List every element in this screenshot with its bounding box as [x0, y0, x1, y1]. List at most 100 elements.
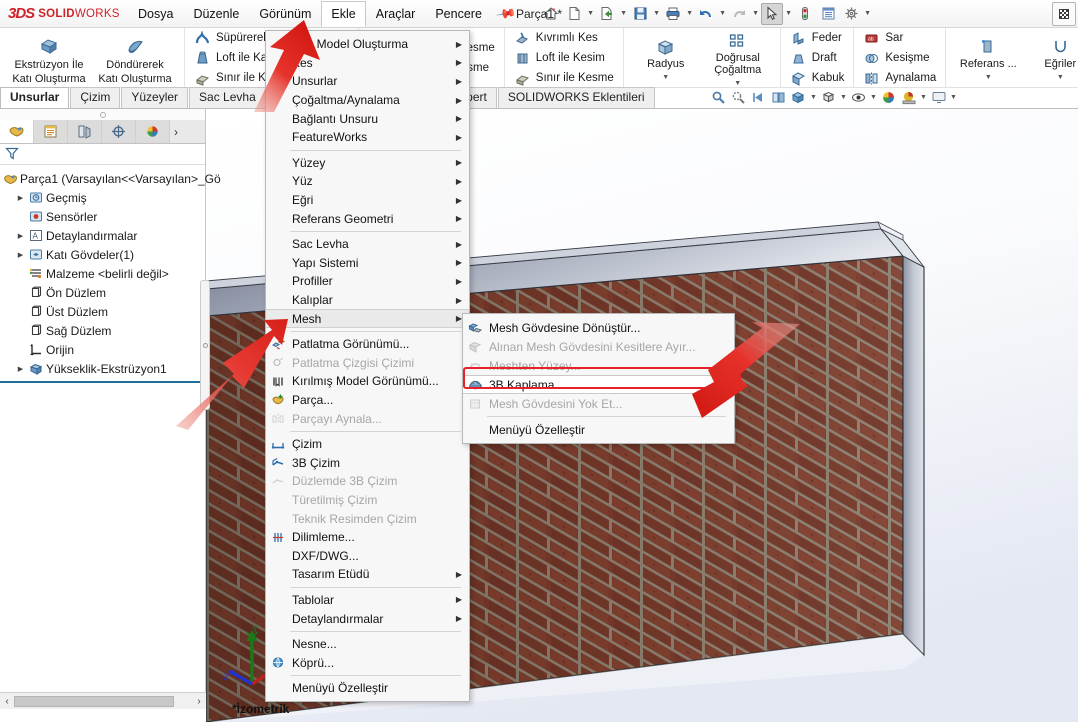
boundary-cut-button[interactable]: Sınır ile Kesme [511, 69, 617, 88]
menu-item-egri[interactable]: Eğri ▶ [266, 191, 469, 210]
apply-scene-caret[interactable]: ▼ [919, 94, 928, 101]
menu-item-cizim[interactable]: Çizim [266, 435, 469, 454]
redo-icon[interactable] [728, 3, 750, 25]
tree-node-extrude-feature[interactable]: ▶ Yükseklik-Ekstrüzyon1 [3, 359, 205, 378]
reference-geometry-caret[interactable]: ▼ [985, 72, 992, 84]
menu-item-3b-cizim[interactable]: 3B Çizim [266, 453, 469, 472]
tree-node-annotations[interactable]: ▶ A Detaylandırmalar [3, 226, 205, 245]
display-style-caret[interactable]: ▼ [839, 94, 848, 101]
settings-gear-icon[interactable] [840, 3, 862, 25]
swept-cut-button[interactable]: Kıvrımlı Kes [511, 29, 617, 48]
fillet-dropdown-caret[interactable]: ▼ [662, 72, 669, 84]
panel-expand-arrow[interactable]: › [170, 120, 205, 143]
menu-item-yuzey[interactable]: Yüzey ▶ [266, 154, 469, 173]
apply-scene-icon[interactable] [899, 89, 918, 106]
tree-node-front-plane[interactable]: Ön Düzlem [3, 283, 205, 302]
view-settings-icon[interactable] [929, 89, 948, 106]
curves-caret[interactable]: ▼ [1057, 72, 1064, 84]
tree-node-top-plane[interactable]: Üst Düzlem [3, 302, 205, 321]
display-manager-tab[interactable] [136, 120, 170, 143]
menu-item-dilimleme[interactable]: Dilimleme... [266, 528, 469, 547]
select-cursor-icon[interactable] [761, 2, 784, 25]
scroll-right-arrow[interactable]: › [192, 696, 206, 707]
pin-icon[interactable]: 📌 [495, 2, 517, 24]
menu-item-referans-geometri[interactable]: Referans Geometri ▶ [266, 209, 469, 228]
tree-node-right-plane[interactable]: Sağ Düzlem [3, 321, 205, 340]
settings-caret[interactable]: ▼ [863, 10, 872, 17]
feature-tree-horizontal-scrollbar[interactable]: ‹ › [0, 692, 206, 709]
property-manager-tab[interactable] [34, 120, 68, 143]
menu-gorunum[interactable]: Görünüm [249, 1, 321, 27]
tab-yuzeyler[interactable]: Yüzeyler [121, 87, 189, 108]
menu-item-patlatma-gorunumu[interactable]: Patlatma Görünümü... [266, 335, 469, 354]
tree-node-origin[interactable]: Orijin [3, 340, 205, 359]
menu-item-baglanti-unsuru[interactable]: Bağlantı Unsuru ▶ [266, 109, 469, 128]
panel-splitter-handle[interactable] [200, 280, 210, 410]
undo-icon[interactable] [695, 3, 717, 25]
tab-solidworks-eklentileri[interactable]: SOLIDWORKS Eklentileri [497, 87, 655, 108]
wrap-button[interactable]: ab Sar [860, 29, 939, 48]
linear-pattern-button[interactable]: Doğrusal Çoğaltma ▼ [702, 26, 774, 90]
menu-item-kaliplar[interactable]: Kalıplar ▶ [266, 291, 469, 310]
menu-item-mesh[interactable]: Mesh ▶ [266, 309, 469, 328]
menu-item-yuz[interactable]: Yüz ▶ [266, 172, 469, 191]
tree-node-sensors[interactable]: Sensörler [3, 207, 205, 226]
undo-caret[interactable]: ▼ [718, 10, 727, 17]
reference-geometry-button[interactable]: Referans ... ▼ [952, 32, 1024, 84]
menu-duzenle[interactable]: Düzenle [183, 1, 249, 27]
scroll-thumb[interactable] [14, 695, 174, 707]
menu-araclar[interactable]: Araçlar [366, 1, 426, 27]
home-icon[interactable] [540, 3, 562, 25]
draft-button[interactable]: Draft [787, 49, 848, 68]
new-document-icon[interactable] [563, 3, 585, 25]
menu-item-cogaltma-aynalama[interactable]: Çoğaltma/Aynalama ▶ [266, 91, 469, 110]
menu-item-sac-levha[interactable]: Sac Levha ▶ [266, 235, 469, 254]
menu-item-tasarim-etudu[interactable]: Tasarım Etüdü ▶ [266, 565, 469, 584]
submenu-item-3b-kaplama[interactable]: 3B Kaplama... [463, 375, 734, 394]
tree-node-solid-bodies[interactable]: ▶ Katı Gövdeler(1) [3, 245, 205, 264]
feature-manager-tab[interactable] [0, 120, 34, 143]
rebuild-icon[interactable] [794, 3, 816, 25]
select-caret[interactable]: ▼ [784, 10, 793, 17]
menu-item-detaylandirmalar[interactable]: Detaylandırmalar ▶ [266, 609, 469, 628]
new-document-caret[interactable]: ▼ [586, 10, 595, 17]
menu-item-tablolar[interactable]: Tablolar ▶ [266, 591, 469, 610]
menu-item-unsurlar[interactable]: Unsurlar ▶ [266, 72, 469, 91]
curves-button[interactable]: Eğriler ▼ [1024, 32, 1078, 84]
expand-arrow-history[interactable]: ▶ [14, 194, 27, 202]
submenu-item-menuyu-ozellestir[interactable]: Menüyü Özelleştir [463, 420, 734, 439]
section-view-icon[interactable] [769, 89, 788, 106]
menu-item-yapi-sistemi[interactable]: Yapı Sistemi ▶ [266, 254, 469, 273]
menu-dosya[interactable]: Dosya [128, 1, 183, 27]
edit-appearance-icon[interactable] [879, 89, 898, 106]
dimxpert-manager-tab[interactable] [102, 120, 136, 143]
rib-button[interactable]: Feder [787, 29, 848, 48]
menu-pencere[interactable]: Pencere [425, 1, 492, 27]
tab-cizim[interactable]: Çizim [70, 87, 121, 108]
view-settings-caret[interactable]: ▼ [949, 94, 958, 101]
menu-item-nesne[interactable]: Nesne... [266, 635, 469, 654]
zoom-to-fit-icon[interactable] [709, 89, 728, 106]
previous-view-icon[interactable] [749, 89, 768, 106]
panel-grip[interactable] [0, 109, 205, 120]
menu-item-parca[interactable]: Parça... [266, 391, 469, 410]
tree-node-history[interactable]: ▶ Geçmiş [3, 188, 205, 207]
expand-arrow-solid-bodies[interactable]: ▶ [14, 251, 27, 259]
tree-node-material[interactable]: Malzeme <belirli değil> [3, 264, 205, 283]
tab-unsurlar[interactable]: Unsurlar [0, 87, 70, 108]
window-restore-icon[interactable] [1052, 2, 1076, 26]
fillet-button[interactable]: Radyus ▼ [630, 32, 702, 84]
scroll-left-arrow[interactable]: ‹ [0, 696, 14, 707]
save-icon[interactable] [629, 3, 651, 25]
menu-ekle[interactable]: Ekle [321, 0, 366, 27]
configuration-manager-tab[interactable] [68, 120, 102, 143]
menu-item-kopru[interactable]: Köprü... [266, 653, 469, 672]
menu-item-dxf-dwg[interactable]: DXF/DWG... [266, 546, 469, 565]
intersect-button[interactable]: Kesişme [860, 49, 939, 68]
print-icon[interactable] [662, 3, 684, 25]
menu-item-kes[interactable]: Kes ▶ [266, 54, 469, 73]
shell-button[interactable]: Kabuk [787, 69, 848, 88]
menu-item-menuyu-ozellestir[interactable]: Menüyü Özelleştir [266, 679, 469, 698]
print-caret[interactable]: ▼ [685, 10, 694, 17]
open-document-caret[interactable]: ▼ [619, 10, 628, 17]
